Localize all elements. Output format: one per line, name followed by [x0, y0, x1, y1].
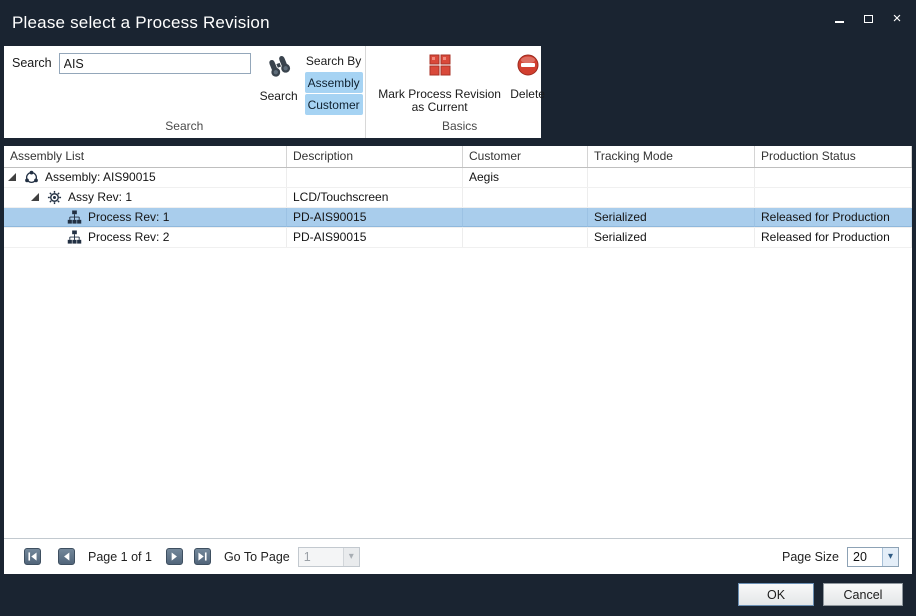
- next-page-button[interactable]: [166, 548, 183, 565]
- delete-button[interactable]: Delete: [504, 53, 552, 117]
- search-button-label: Search: [260, 90, 298, 103]
- row-label: Assy Rev: 1: [68, 188, 132, 207]
- search-by-label: Search By: [306, 54, 361, 68]
- delete-button-label: Delete: [510, 88, 545, 101]
- window-title: Please select a Process Revision: [12, 13, 270, 33]
- close-button[interactable]: ×: [890, 12, 904, 26]
- search-by-group: Search By Assembly Customer: [305, 53, 363, 117]
- cell-tracking-mode: [588, 168, 755, 187]
- column-header-production-status[interactable]: Production Status: [755, 146, 912, 167]
- cell-production-status: Released for Production: [755, 208, 912, 227]
- cell-customer: [463, 228, 588, 247]
- expander-icon[interactable]: [8, 173, 17, 182]
- last-page-button[interactable]: [194, 548, 211, 565]
- cell-tracking-mode: Serialized: [588, 208, 755, 227]
- window-controls: ×: [832, 12, 904, 26]
- first-page-button[interactable]: [24, 548, 41, 565]
- search-field-label: Search: [12, 56, 52, 70]
- search-by-assembly-toggle[interactable]: Assembly: [305, 72, 363, 93]
- page-size-value: 20: [848, 548, 882, 566]
- minimize-button[interactable]: [832, 12, 846, 26]
- assembly-grid: Assembly List Description Customer Track…: [4, 146, 912, 538]
- cell-production-status: Released for Production: [755, 228, 912, 247]
- page-size-select[interactable]: 20 ▾: [847, 547, 899, 567]
- ribbon-group-label-basics: Basics: [366, 117, 554, 138]
- expander-icon[interactable]: [31, 193, 40, 202]
- cell-customer: [463, 188, 588, 207]
- close-icon: ×: [893, 12, 902, 26]
- column-header-customer[interactable]: Customer: [463, 146, 588, 167]
- ribbon-group-label-search: Search: [4, 117, 365, 138]
- ribbon: Search: [4, 46, 912, 138]
- cell-description: [287, 168, 463, 187]
- titlebar: Please select a Process Revision ×: [0, 0, 916, 46]
- column-header-tracking-mode[interactable]: Tracking Mode: [588, 146, 755, 167]
- row-label: Process Rev: 2: [88, 228, 169, 247]
- search-field-wrap: Search: [12, 53, 251, 117]
- chevron-down-icon[interactable]: ▾: [343, 548, 359, 566]
- column-header-description[interactable]: Description: [287, 146, 463, 167]
- chevron-down-icon[interactable]: ▾: [882, 548, 898, 566]
- column-header-assembly-list[interactable]: Assembly List: [4, 146, 287, 167]
- page-size-label: Page Size: [782, 550, 839, 564]
- process-revision-icon: [67, 230, 82, 245]
- search-by-customer-toggle[interactable]: Customer: [305, 94, 363, 115]
- minimize-icon: [835, 21, 844, 23]
- ribbon-panel: Search: [4, 46, 541, 138]
- cell-description: LCD/Touchscreen: [287, 188, 463, 207]
- table-row-assy-rev[interactable]: Assy Rev: 1 LCD/Touchscreen: [4, 188, 912, 208]
- maximize-button[interactable]: [861, 12, 875, 26]
- binoculars-icon: [266, 53, 292, 84]
- go-to-page-label: Go To Page: [224, 550, 290, 564]
- search-button[interactable]: Search: [255, 53, 303, 117]
- ok-button[interactable]: OK: [738, 583, 814, 606]
- row-label: Assembly: AIS90015: [45, 168, 156, 187]
- delete-icon: [516, 53, 540, 82]
- cell-description: PD-AIS90015: [287, 208, 463, 227]
- maximize-icon: [864, 15, 873, 23]
- dialog-footer: OK Cancel: [0, 574, 916, 616]
- assembly-revision-icon: [47, 190, 62, 205]
- pager-bar: Page 1 of 1 Go To Page 1 ▾ Page Size 20 …: [4, 538, 912, 574]
- go-to-page-value: 1: [299, 548, 343, 566]
- cell-customer: [463, 208, 588, 227]
- cell-customer: Aegis: [463, 168, 588, 187]
- cell-tracking-mode: [588, 188, 755, 207]
- page-indicator: Page 1 of 1: [88, 550, 152, 564]
- table-row-process-rev-1[interactable]: Process Rev: 1 PD-AIS90015 Serialized Re…: [4, 208, 912, 228]
- row-label: Process Rev: 1: [88, 208, 169, 227]
- search-input[interactable]: [59, 53, 251, 74]
- table-row-process-rev-2[interactable]: Process Rev: 2 PD-AIS90015 Serialized Re…: [4, 228, 912, 248]
- previous-page-button[interactable]: [58, 548, 75, 565]
- table-row-assembly[interactable]: Assembly: AIS90015 Aegis: [4, 168, 912, 188]
- assembly-icon: [24, 170, 39, 185]
- cell-description: PD-AIS90015: [287, 228, 463, 247]
- go-to-page-input[interactable]: 1 ▾: [298, 547, 360, 567]
- process-revision-icon: [67, 210, 82, 225]
- cell-tracking-mode: Serialized: [588, 228, 755, 247]
- ribbon-group-search: Search: [4, 46, 366, 138]
- cancel-button[interactable]: Cancel: [823, 583, 903, 606]
- cell-production-status: [755, 188, 912, 207]
- mark-current-label: Mark Process Revision as Current: [378, 88, 502, 114]
- grid-header: Assembly List Description Customer Track…: [4, 146, 912, 168]
- red-grid-icon: [428, 53, 452, 82]
- ribbon-group-basics: Mark Process Revision as Current Delete …: [366, 46, 554, 138]
- mark-process-revision-current-button[interactable]: Mark Process Revision as Current: [378, 53, 502, 117]
- cell-production-status: [755, 168, 912, 187]
